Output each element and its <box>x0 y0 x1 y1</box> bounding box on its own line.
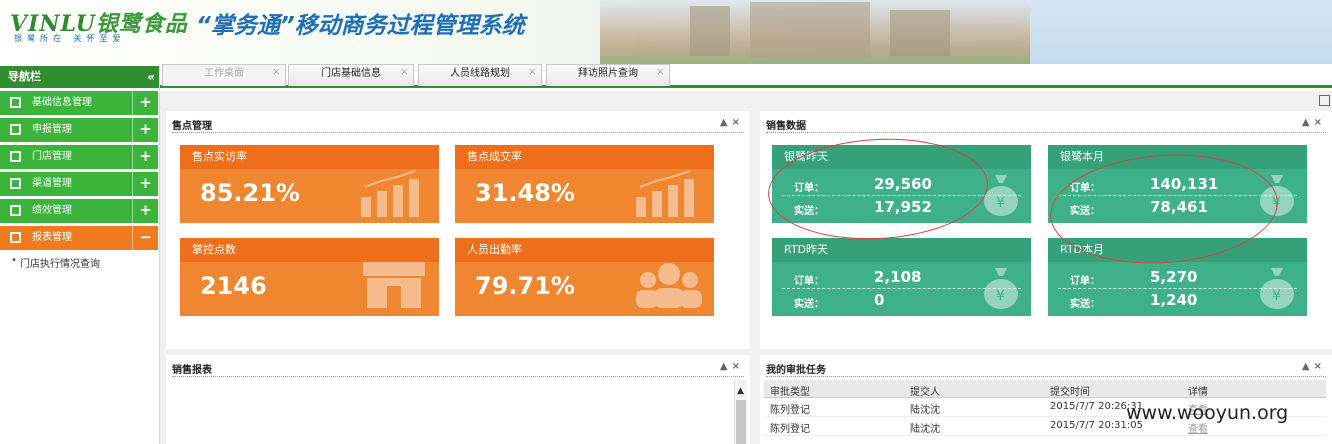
table-header: 审批类型 提交人 提交时间 详情 <box>764 380 1326 398</box>
tab-bar: 工作桌面 × 门店基础信息 × 人员线路规划 × 拜访照片查询 × <box>160 64 1332 88</box>
document-icon <box>10 178 21 189</box>
sidebar-item-label: 门店管理 <box>32 151 72 162</box>
sidebar-item-label: 渠道管理 <box>32 178 72 189</box>
store-icon <box>363 262 425 308</box>
tab-workspace[interactable]: 工作桌面 × <box>162 64 286 86</box>
kpi-value: 2146 <box>200 272 267 300</box>
collapse-sidebar-icon[interactable]: « <box>147 66 155 88</box>
list-icon <box>10 151 21 162</box>
kpi-label: 售点成交率 <box>455 145 714 169</box>
system-title: “掌务通”移动商务过程管理系统 <box>196 13 525 39</box>
panel-controls[interactable]: ▲× <box>1302 117 1326 128</box>
grid-icon <box>10 97 21 108</box>
kpi-card-controlled-points: 掌控点数 2146 <box>180 238 439 316</box>
sidebar-item-label: 申报管理 <box>32 124 72 135</box>
tab-visit-photos[interactable]: 拜访照片查询 × <box>546 64 670 86</box>
sales-card-label: RTD昨天 <box>772 238 1031 262</box>
money-bag-icon: ¥ <box>1260 268 1294 309</box>
header-sky <box>1030 0 1332 64</box>
sidebar-item-performance[interactable]: 绩效管理 + <box>0 199 158 223</box>
scroll-thumb[interactable] <box>736 400 746 444</box>
company-slogan: 银鹭所在 关怀至爱 <box>14 34 126 43</box>
bar-chart-icon <box>10 205 21 216</box>
sidebar-item-reports[interactable]: 报表管理 − <box>0 226 158 250</box>
tab-label: 门店基础信息 <box>321 68 381 79</box>
sidebar-item-label: 基础信息管理 <box>32 97 92 108</box>
kpi-card-attendance-rate: 人员出勤率 79.71% <box>455 238 714 316</box>
sidebar-item-store[interactable]: 门店管理 + <box>0 145 158 169</box>
people-icon <box>636 263 702 308</box>
sidebar-item-channel[interactable]: 渠道管理 + <box>0 172 158 196</box>
tab-label: 工作桌面 <box>204 68 244 79</box>
panel-controls[interactable]: ▲× <box>1302 361 1326 372</box>
kpi-value: 85.21% <box>200 179 300 207</box>
app-header: VINLU银鹭食品 银鹭所在 关怀至爱 “掌务通”移动商务过程管理系统 <box>0 0 1332 64</box>
header-building-image <box>600 0 1030 64</box>
document-icon <box>10 232 21 243</box>
sidebar-subitem-store-execution[interactable]: 门店执行情况查询 <box>0 255 159 270</box>
panel-sales-points: 售点管理 ▲× 售点实访率 85.21% 售点成交率 31.48% 掌控点数 2… <box>166 111 750 349</box>
sales-card-rtd-yesterday: RTD昨天 订单： 2,108 实送： 0 ¥ <box>772 238 1031 316</box>
kpi-label: 售点实访率 <box>180 145 439 169</box>
scrollbar[interactable]: ▲ <box>734 380 747 444</box>
svg-text:¥: ¥ <box>996 195 1005 211</box>
panel-title: 售点管理 ▲× <box>172 117 744 133</box>
svg-text:¥: ¥ <box>996 288 1005 304</box>
panel-sales-data: 销售数据 ▲× 银鹭昨天 订单： 29,560 实送： 17,952 ¥ 银鹭本月 … <box>760 111 1332 349</box>
chart-icon <box>361 170 419 217</box>
close-icon[interactable]: × <box>656 63 665 81</box>
edit-icon[interactable] <box>1319 95 1330 106</box>
expand-icon[interactable]: + <box>132 91 158 115</box>
panel-controls[interactable]: ▲× <box>720 117 744 128</box>
workspace-content: 售点管理 ▲× 售点实访率 85.21% 售点成交率 31.48% 掌控点数 2… <box>160 91 1332 444</box>
kpi-card-deal-rate: 售点成交率 31.48% <box>455 145 714 223</box>
tab-label: 人员线路规划 <box>450 68 510 79</box>
expand-icon[interactable]: + <box>132 118 158 142</box>
panel-title: 销售数据 ▲× <box>766 117 1326 133</box>
expand-icon[interactable]: + <box>132 199 158 223</box>
expand-icon[interactable]: + <box>132 172 158 196</box>
order-row: 订单： 2,108 <box>794 268 922 287</box>
collapse-icon[interactable]: − <box>132 226 158 250</box>
ship-row: 实送： 0 <box>794 291 885 310</box>
sidebar-title: 导航栏 <box>8 70 41 83</box>
sidebar-item-basic-info[interactable]: 基础信息管理 + <box>0 91 158 115</box>
panel-controls[interactable]: ▲× <box>720 361 744 372</box>
kpi-card-visit-rate: 售点实访率 85.21% <box>180 145 439 223</box>
sidebar: 导航栏 « 基础信息管理 + 申报管理 + 门店管理 + 渠道管理 + 绩效管理… <box>0 66 160 444</box>
kpi-value: 31.48% <box>475 179 575 207</box>
document-icon <box>10 124 21 135</box>
close-icon[interactable]: × <box>400 63 409 81</box>
close-icon[interactable]: × <box>272 63 281 81</box>
tab-route-planning[interactable]: 人员线路规划 × <box>418 64 542 86</box>
panel-title: 我的审批任务 ▲× <box>766 361 1326 377</box>
kpi-label: 人员出勤率 <box>455 238 714 262</box>
order-row: 订单： 5,270 <box>1070 268 1198 287</box>
kpi-label: 掌控点数 <box>180 238 439 262</box>
panel-sales-report: 销售报表 ▲× <box>166 355 750 444</box>
sidebar-header: 导航栏 « <box>0 66 159 88</box>
panel-title: 销售报表 ▲× <box>172 361 744 377</box>
chart-icon <box>636 170 694 217</box>
tab-store-info[interactable]: 门店基础信息 × <box>288 64 414 86</box>
sidebar-item-declaration[interactable]: 申报管理 + <box>0 118 158 142</box>
tab-label: 拜访照片查询 <box>578 68 638 79</box>
money-bag-icon: ¥ <box>984 268 1018 309</box>
close-icon[interactable]: × <box>528 63 537 81</box>
scroll-up-icon[interactable]: ▲ <box>737 386 744 396</box>
sidebar-item-label: 绩效管理 <box>32 205 72 216</box>
kpi-value: 79.71% <box>475 272 575 300</box>
watermark: www.wooyun.org <box>1126 402 1289 424</box>
ship-row: 实送： 1,240 <box>1070 291 1198 310</box>
svg-text:¥: ¥ <box>1272 288 1281 304</box>
sidebar-item-label: 报表管理 <box>32 232 72 243</box>
expand-icon[interactable]: + <box>132 145 158 169</box>
